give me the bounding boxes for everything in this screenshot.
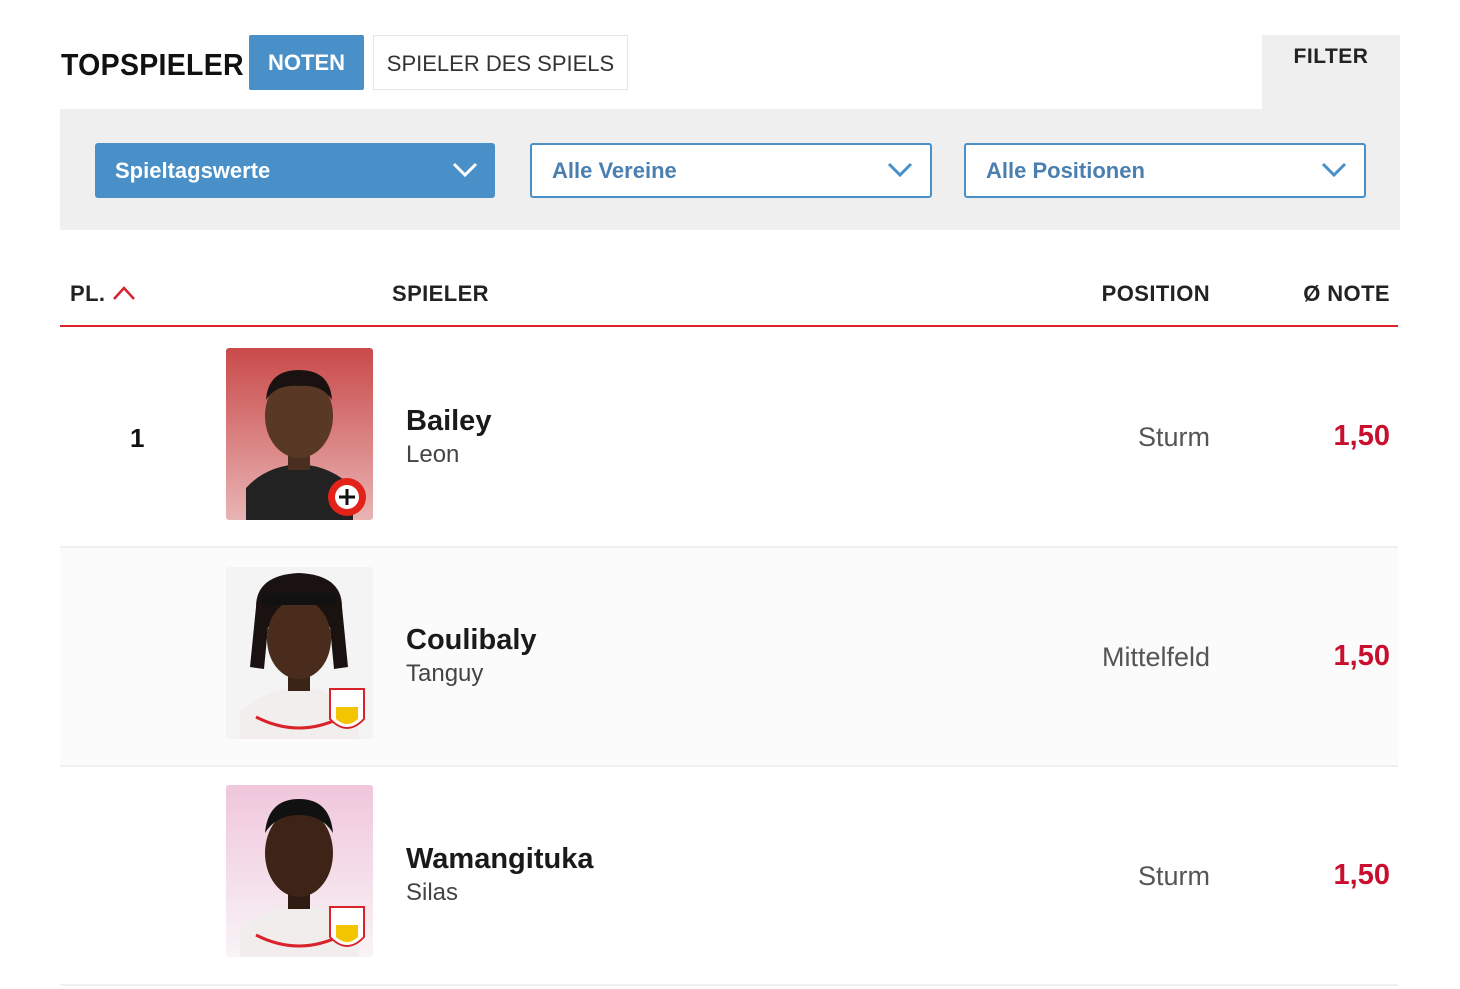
player-last-name: Bailey bbox=[406, 405, 492, 437]
player-name[interactable]: Bailey Leon bbox=[406, 403, 491, 471]
positionen-select[interactable]: Alle Positionen bbox=[964, 143, 1366, 198]
player-rating: 1,50 bbox=[1333, 420, 1390, 452]
player-last-name: Wamangituka bbox=[406, 843, 594, 875]
chevron-down-icon bbox=[1321, 162, 1347, 178]
player-first-name: Leon bbox=[406, 441, 460, 468]
page-title: TOPSPIELER bbox=[61, 47, 244, 82]
player-position: Mittelfeld bbox=[1101, 642, 1210, 672]
table-header: PL. SPIELER POSITION Ø NOTE bbox=[60, 265, 1398, 327]
spieltag-select[interactable]: Spieltagswerte bbox=[95, 143, 495, 198]
player-photo bbox=[226, 785, 373, 957]
positionen-select-value: Alle Positionen bbox=[986, 158, 1145, 183]
filter-toggle[interactable]: FILTER bbox=[1262, 35, 1400, 109]
chevron-down-icon bbox=[452, 162, 478, 178]
topspieler-header: TOPSPIELER NOTEN SPIELER DES SPIELS FILT… bbox=[60, 35, 1400, 109]
column-header-player: SPIELER bbox=[392, 281, 489, 306]
player-last-name: Coulibaly bbox=[406, 624, 537, 656]
vereine-select[interactable]: Alle Vereine bbox=[530, 143, 932, 198]
column-header-rating: Ø NOTE bbox=[1303, 281, 1390, 306]
player-position: Sturm bbox=[1137, 422, 1210, 452]
table-row[interactable]: Wamangituka Silas Sturm 1,50 bbox=[60, 767, 1398, 986]
column-header-rank[interactable]: PL. bbox=[70, 281, 105, 307]
player-position: Sturm bbox=[1137, 861, 1210, 891]
vereine-select-value: Alle Vereine bbox=[552, 158, 677, 183]
player-photo bbox=[226, 348, 373, 520]
player-first-name: Silas bbox=[406, 879, 459, 906]
player-first-name: Tanguy bbox=[406, 660, 484, 687]
filter-panel: Spieltagswerte Alle Vereine Alle Positio… bbox=[60, 109, 1400, 230]
player-rating: 1,50 bbox=[1333, 640, 1390, 672]
column-header-position: POSITION bbox=[1101, 281, 1210, 306]
player-rating: 1,50 bbox=[1333, 859, 1390, 891]
spieltag-select-value: Spieltagswerte bbox=[115, 158, 271, 183]
tab-noten[interactable]: NOTEN bbox=[249, 35, 364, 90]
player-name[interactable]: Wamangituka Silas bbox=[406, 841, 593, 909]
player-photo bbox=[226, 567, 373, 739]
player-name[interactable]: Coulibaly Tanguy bbox=[406, 622, 537, 690]
player-rank: 1 bbox=[130, 423, 145, 453]
table-row[interactable]: Coulibaly Tanguy Mittelfeld 1,50 bbox=[60, 548, 1398, 767]
chevron-up-icon[interactable] bbox=[112, 285, 136, 301]
chevron-down-icon bbox=[887, 162, 913, 178]
table-row[interactable]: 1 Bailey Leon Sturm 1,50 bbox=[60, 329, 1398, 548]
tab-spieler-des-spiels[interactable]: SPIELER DES SPIELS bbox=[373, 35, 628, 90]
